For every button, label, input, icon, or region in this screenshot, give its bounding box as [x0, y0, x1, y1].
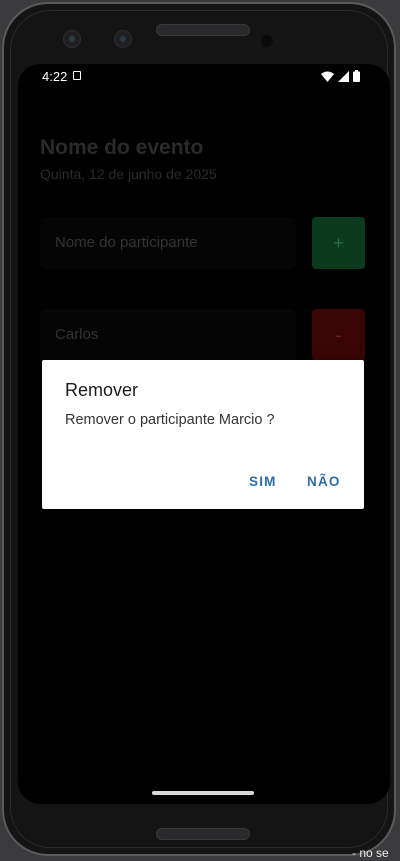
partial-background-text: - no se: [352, 846, 389, 860]
dialog-title: Remover: [65, 380, 139, 400]
cancel-button[interactable]: NÃO: [307, 474, 341, 489]
front-camera-icon: [63, 30, 81, 48]
proximity-sensor: [261, 35, 273, 47]
bottom-speaker: [156, 828, 250, 840]
remove-dialog: Remover Remover o participante Marcio ? …: [42, 360, 364, 509]
home-indicator[interactable]: [152, 791, 254, 795]
dialog-message: Remover o participante Marcio ?: [65, 412, 275, 428]
front-camera-icon: [114, 30, 132, 48]
device-frame-background: 4:22 Nome do evento Quinta, 12 de junho …: [0, 0, 400, 861]
device-screen: 4:22 Nome do evento Quinta, 12 de junho …: [18, 64, 390, 804]
top-speaker: [156, 24, 250, 36]
confirm-button[interactable]: SIM: [249, 474, 277, 489]
phone-body: 4:22 Nome do evento Quinta, 12 de junho …: [2, 2, 396, 856]
